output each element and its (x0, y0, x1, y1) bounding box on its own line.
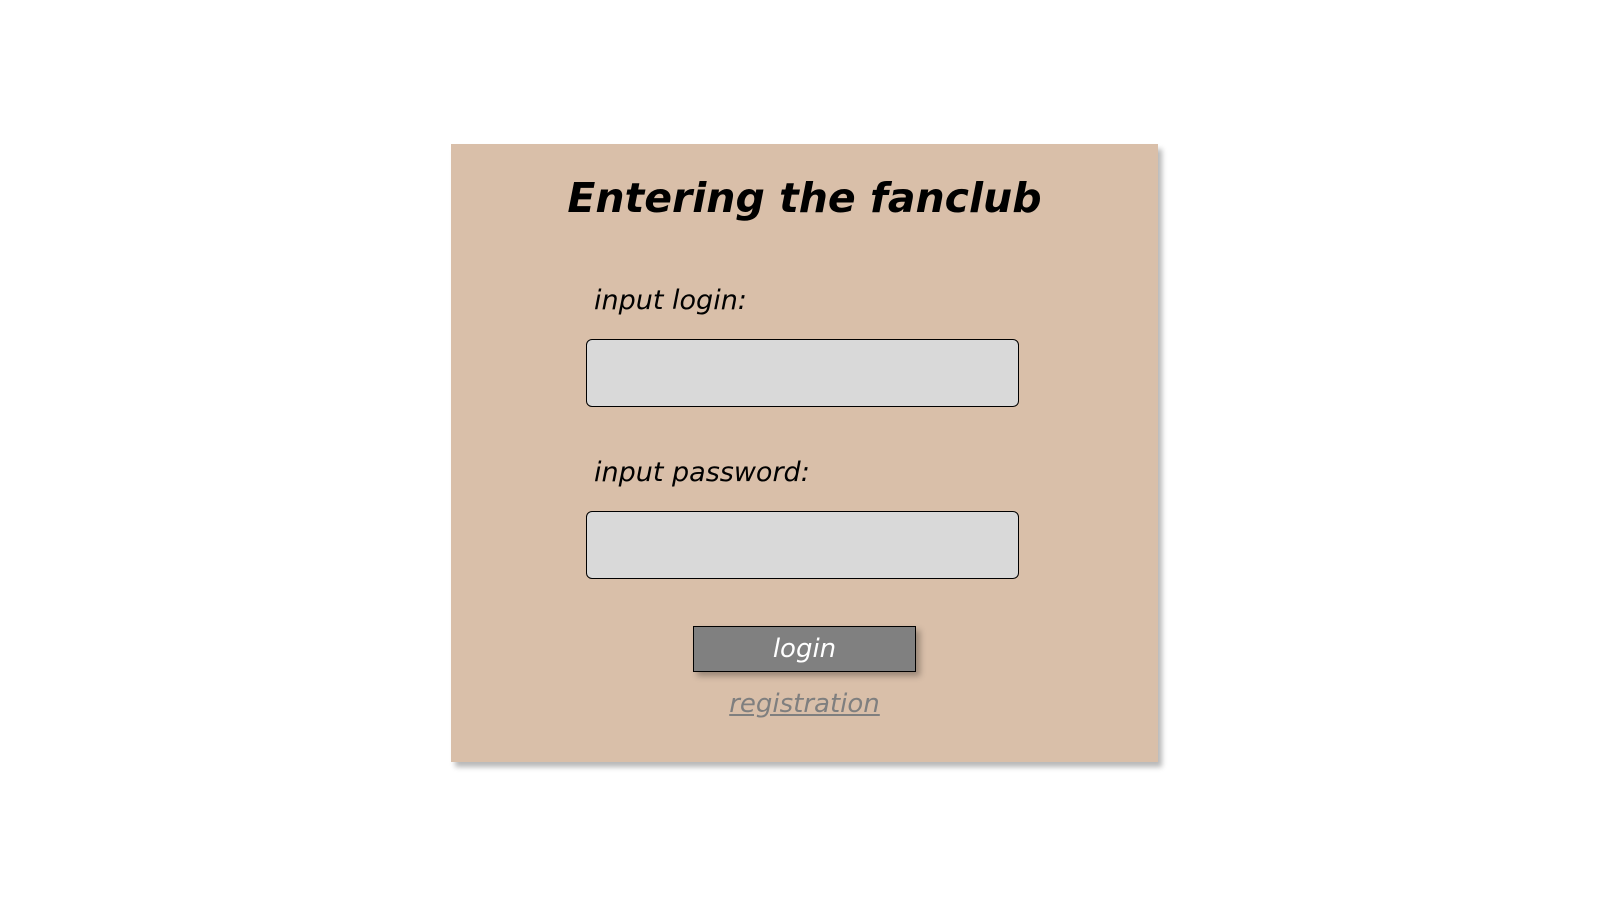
page-title: Entering the fanclub (567, 174, 1042, 222)
password-input[interactable] (586, 511, 1019, 579)
login-card: Entering the fanclub input login: input … (451, 144, 1158, 762)
registration-link[interactable]: registration (729, 689, 880, 719)
login-label: input login: (594, 285, 747, 316)
registration-link-container: registration (451, 689, 1158, 720)
password-label: input password: (594, 457, 810, 488)
login-button[interactable]: login (693, 626, 916, 672)
login-input[interactable] (586, 339, 1019, 407)
